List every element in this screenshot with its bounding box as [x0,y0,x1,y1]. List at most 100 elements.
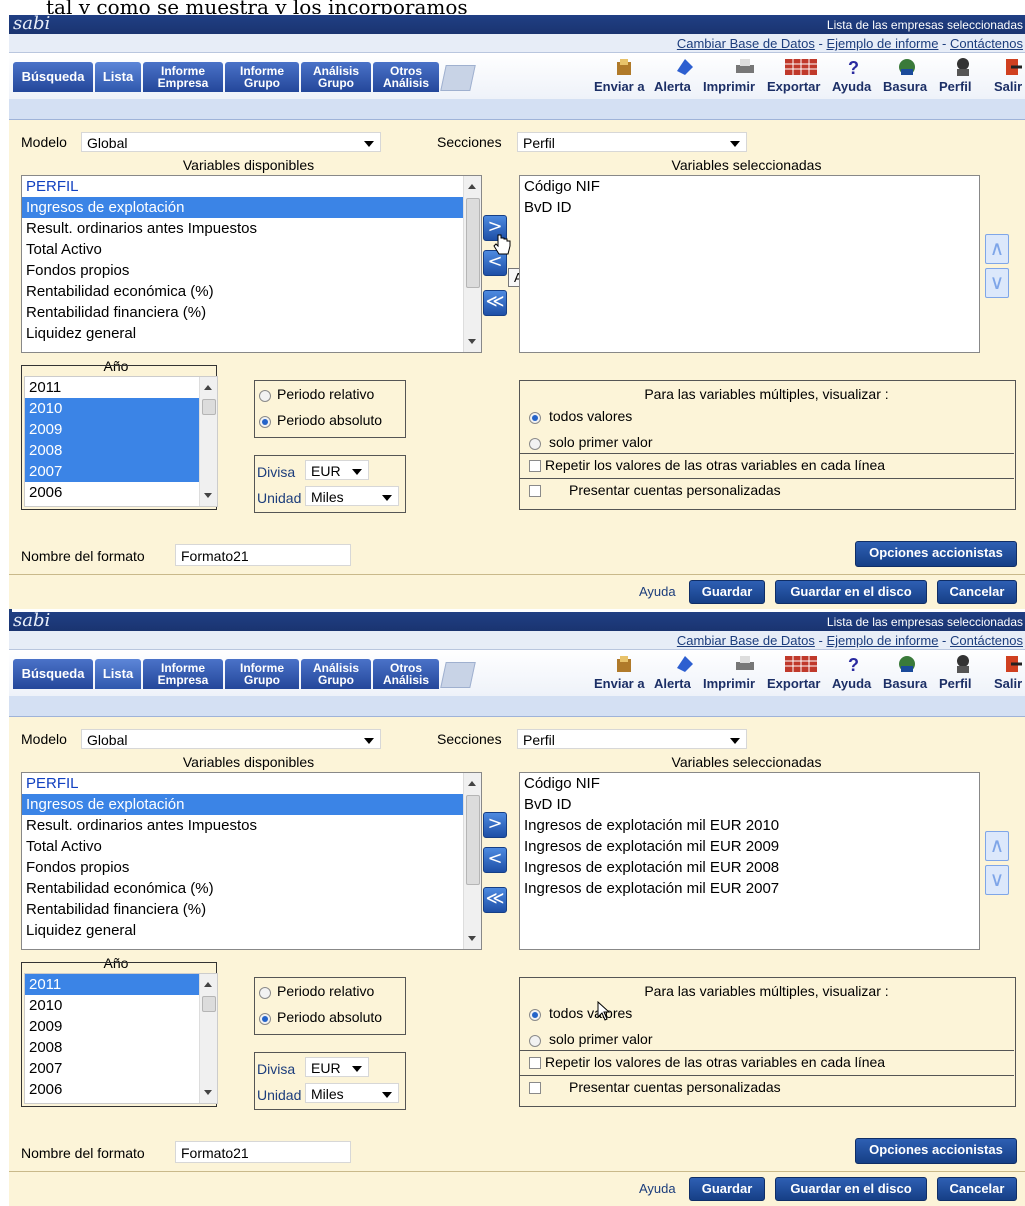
remove-button[interactable]: < [483,847,507,873]
periodo-absoluto-radio[interactable] [259,416,271,428]
year-list[interactable]: 2011 2010 2009 2008 2007 2006 [24,376,218,507]
list-item[interactable]: 2006 [25,1079,217,1100]
list-item[interactable]: Ingresos de explotación mil EUR 2009 [520,836,979,857]
change-database-link[interactable]: Cambiar Base de Datos [677,633,815,648]
tool-salir[interactable]: Salir [994,79,1022,94]
repetir-checkbox[interactable] [529,460,541,472]
list-item[interactable]: 2007 [25,1058,217,1079]
list-item[interactable]: Ingresos de explotación [22,794,481,815]
list-item[interactable]: PERFIL [22,773,481,794]
periodo-relativo-radio[interactable] [259,987,271,999]
ayuda-link[interactable]: Ayuda [639,584,676,599]
list-item[interactable]: 2011 [25,974,217,995]
list-item[interactable]: Rentabilidad económica (%) [22,878,481,899]
remove-all-button[interactable]: ≪ [483,290,507,316]
tool-exportar[interactable]: Exportar [767,676,820,691]
list-item[interactable]: 2006 [25,482,217,503]
list-item[interactable]: Liquidez general [22,920,481,941]
opciones-accionistas-button[interactable]: Opciones accionistas [855,1138,1017,1164]
tab-informe-grupo[interactable]: Informe Grupo [225,659,299,689]
list-item[interactable]: PERFIL [22,176,481,197]
list-item[interactable]: Código NIF [520,176,979,197]
repetir-checkbox[interactable] [529,1057,541,1069]
notepad-icon[interactable] [440,662,476,688]
tool-alerta[interactable]: Alerta [654,676,691,691]
list-item[interactable]: Ingresos de explotación mil EUR 2008 [520,857,979,878]
year-list[interactable]: 2011 2010 2009 2008 2007 2006 [24,973,218,1104]
report-example-link[interactable]: Ejemplo de informe [826,36,938,51]
divisa-select[interactable]: EUR [305,460,369,480]
change-database-link[interactable]: Cambiar Base de Datos [677,36,815,51]
tool-imprimir[interactable]: Imprimir [703,79,755,94]
notepad-icon[interactable] [440,65,476,91]
list-item[interactable]: 2010 [25,995,217,1016]
tab-busqueda[interactable]: Búsqueda [13,62,93,92]
move-up-button[interactable]: ∧ [985,831,1009,861]
secciones-select[interactable]: Perfil [517,132,747,152]
presentar-checkbox[interactable] [529,485,541,497]
tool-basura[interactable]: Basura [883,79,927,94]
list-item[interactable]: 2009 [25,419,217,440]
modelo-select[interactable]: Global [81,132,381,152]
list-item[interactable]: BvD ID [520,794,979,815]
selected-variables-list[interactable]: Código NIF BvD ID Ingresos de explotació… [519,772,980,950]
todos-valores-radio[interactable] [529,412,541,424]
tab-lista[interactable]: Lista [95,62,141,92]
list-item[interactable]: Liquidez general [22,323,481,344]
list-item[interactable]: Rentabilidad financiera (%) [22,302,481,323]
list-item[interactable]: 2010 [25,398,217,419]
tool-imprimir[interactable]: Imprimir [703,676,755,691]
guardar-button[interactable]: Guardar [689,580,765,604]
tool-salir[interactable]: Salir [994,676,1022,691]
move-down-button[interactable]: ∨ [985,268,1009,298]
tab-analisis-grupo[interactable]: Análisis Grupo [301,659,371,689]
unidad-select[interactable]: Miles [305,1083,399,1103]
available-variables-list[interactable]: PERFIL Ingresos de explotación Result. o… [21,175,482,353]
move-up-button[interactable]: ∧ [985,234,1009,264]
list-item[interactable]: 2009 [25,1016,217,1037]
tab-informe-grupo[interactable]: Informe Grupo [225,62,299,92]
remove-all-button[interactable]: ≪ [483,887,507,913]
guardar-button[interactable]: Guardar [689,1177,765,1201]
guardar-disco-button[interactable]: Guardar en el disco [775,1177,927,1201]
company-list-link[interactable]: Lista de las empresas seleccionadas [827,18,1023,32]
list-item[interactable]: Código NIF [520,773,979,794]
list-item[interactable]: 2008 [25,1037,217,1058]
tab-analisis-grupo[interactable]: Análisis Grupo [301,62,371,92]
tab-lista[interactable]: Lista [95,659,141,689]
tool-perfil[interactable]: Perfil [939,79,972,94]
move-down-button[interactable]: ∨ [985,865,1009,895]
guardar-disco-button[interactable]: Guardar en el disco [775,580,927,604]
list-item[interactable]: 2008 [25,440,217,461]
scrollbar[interactable] [463,773,481,949]
scrollbar[interactable] [463,176,481,352]
list-item[interactable]: BvD ID [520,197,979,218]
unidad-select[interactable]: Miles [305,486,399,506]
tool-enviar[interactable]: Enviar a [594,79,645,94]
list-item[interactable]: Ingresos de explotación [22,197,481,218]
list-item[interactable]: 2011 [25,377,217,398]
tool-enviar[interactable]: Enviar a [594,676,645,691]
list-item[interactable]: 2007 [25,461,217,482]
tab-busqueda[interactable]: Búsqueda [13,659,93,689]
tool-ayuda[interactable]: Ayuda [832,676,871,691]
tab-informe-empresa[interactable]: Informe Empresa [143,62,223,92]
tool-basura[interactable]: Basura [883,676,927,691]
ayuda-link[interactable]: Ayuda [639,1181,676,1196]
company-list-link[interactable]: Lista de las empresas seleccionadas [827,615,1023,629]
list-item[interactable]: Ingresos de explotación mil EUR 2010 [520,815,979,836]
add-button[interactable]: > [483,812,507,838]
tool-exportar[interactable]: Exportar [767,79,820,94]
presentar-checkbox[interactable] [529,1082,541,1094]
modelo-select[interactable]: Global [81,729,381,749]
list-item[interactable]: Total Activo [22,239,481,260]
secciones-select[interactable]: Perfil [517,729,747,749]
list-item[interactable]: Ingresos de explotación mil EUR 2007 [520,878,979,899]
tab-informe-empresa[interactable]: Informe Empresa [143,659,223,689]
list-item[interactable]: Rentabilidad financiera (%) [22,899,481,920]
available-variables-list[interactable]: PERFIL Ingresos de explotación Result. o… [21,772,482,950]
contact-link[interactable]: Contáctenos [950,36,1023,51]
scrollbar[interactable] [199,974,217,1103]
tool-alerta[interactable]: Alerta [654,79,691,94]
list-item[interactable]: Total Activo [22,836,481,857]
